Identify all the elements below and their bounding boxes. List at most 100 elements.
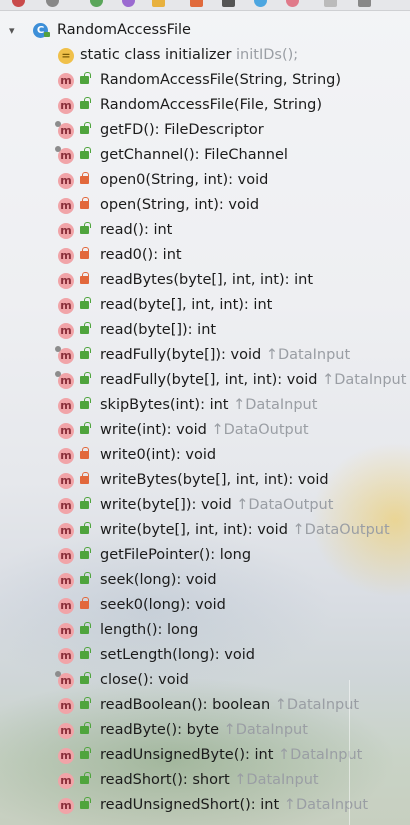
tree-node-method[interactable]: m readBytes(byte[], int, int): int bbox=[0, 268, 410, 293]
method-icon: m bbox=[58, 223, 74, 239]
public-lock-icon bbox=[80, 372, 91, 384]
tree-node-method[interactable]: m write(int): void ↑DataOutput bbox=[0, 418, 410, 443]
sort-alpha-icon[interactable] bbox=[12, 0, 25, 7]
member-signature: readBytes(byte[], int, int): int bbox=[100, 268, 313, 293]
member-signature: readShort(): short ↑DataInput bbox=[100, 768, 319, 793]
tree-node-method[interactable]: m open0(String, int): void bbox=[0, 168, 410, 193]
tree-node-initializer[interactable]: = static class initializer initIDs(); bbox=[0, 43, 410, 68]
tree-node-method[interactable]: m skipBytes(int): int ↑DataInput bbox=[0, 393, 410, 418]
member-label: writeBytes(byte[], int, int): void bbox=[100, 472, 329, 488]
expand-all-icon[interactable] bbox=[324, 0, 337, 7]
member-signature: readUnsignedShort(): int ↑DataInput bbox=[100, 793, 368, 818]
method-icon: m bbox=[58, 398, 74, 414]
member-signature: skipBytes(int): int ↑DataInput bbox=[100, 393, 317, 418]
public-lock-icon bbox=[80, 97, 91, 109]
public-lock-icon bbox=[80, 622, 91, 634]
show-fields-icon-2[interactable] bbox=[286, 0, 299, 7]
method-icon: m bbox=[58, 773, 74, 789]
public-lock-icon bbox=[80, 772, 91, 784]
member-signature: readBoolean(): boolean ↑DataInput bbox=[100, 693, 359, 718]
public-lock-icon bbox=[80, 347, 91, 359]
inherited-from: ↑DataOutput bbox=[292, 522, 390, 538]
tree-node-method[interactable]: m length(): long bbox=[0, 618, 410, 643]
member-label: readFully(byte[], int, int): void bbox=[100, 372, 318, 388]
member-label: readByte(): byte bbox=[100, 722, 219, 738]
method-icon: m bbox=[58, 648, 74, 664]
member-label: close(): void bbox=[100, 672, 189, 688]
tree-node-method[interactable]: m getChannel(): FileChannel bbox=[0, 143, 410, 168]
tree-node-method[interactable]: m write0(int): void bbox=[0, 443, 410, 468]
member-signature: RandomAccessFile(File, String) bbox=[100, 93, 322, 118]
method-icon: m bbox=[58, 248, 74, 264]
tree-node-method[interactable]: m read(): int bbox=[0, 218, 410, 243]
override-marker-icon bbox=[55, 671, 61, 677]
show-properties-icon[interactable] bbox=[122, 0, 135, 7]
member-label: getChannel(): FileChannel bbox=[100, 147, 288, 163]
public-lock-icon bbox=[80, 147, 91, 159]
member-signature: open0(String, int): void bbox=[100, 168, 268, 193]
member-label: length(): long bbox=[100, 622, 199, 638]
method-icon: m bbox=[58, 448, 74, 464]
public-lock-icon bbox=[80, 697, 91, 709]
tree-node-method[interactable]: m seek(long): void bbox=[0, 568, 410, 593]
chevron-down-icon[interactable]: ▾ bbox=[9, 18, 19, 43]
show-non-public-icon[interactable] bbox=[254, 0, 267, 7]
public-lock-icon bbox=[80, 222, 91, 234]
public-lock-icon bbox=[80, 122, 91, 134]
tree-node-method[interactable]: m getFilePointer(): long bbox=[0, 543, 410, 568]
member-signature: getFilePointer(): long bbox=[100, 543, 251, 568]
initializer-call: initIDs(); bbox=[236, 47, 299, 63]
member-label: write0(int): void bbox=[100, 447, 217, 463]
class-name: RandomAccessFile bbox=[57, 22, 191, 38]
tree-node-method[interactable]: m seek0(long): void bbox=[0, 593, 410, 618]
collapse-all-icon[interactable] bbox=[358, 0, 371, 7]
inherited-from: ↑DataInput bbox=[265, 347, 351, 363]
inherited-from: ↑DataInput bbox=[234, 772, 319, 788]
tree-node-method[interactable]: m open(String, int): void bbox=[0, 193, 410, 218]
tree-node-method[interactable]: m write(byte[], int, int): void ↑DataOutp… bbox=[0, 518, 410, 543]
method-icon: m bbox=[58, 798, 74, 814]
tree-node-method[interactable]: m writeBytes(byte[], int, int): void bbox=[0, 468, 410, 493]
member-label: readUnsignedByte(): int bbox=[100, 747, 274, 763]
tree-node-method[interactable]: m write(byte[]): void ↑DataOutput bbox=[0, 493, 410, 518]
window-frame-edge bbox=[349, 680, 410, 825]
member-label: read(byte[]): int bbox=[100, 322, 217, 338]
tree-node-class[interactable]: ▾ C RandomAccessFile bbox=[0, 18, 410, 43]
tree-node-method[interactable]: m read(byte[], int, int): int bbox=[0, 293, 410, 318]
initializer-icon: = bbox=[58, 48, 74, 64]
tree-node-method[interactable]: m getFD(): FileDescriptor bbox=[0, 118, 410, 143]
tree-node-method[interactable]: m read0(): int bbox=[0, 243, 410, 268]
member-signature: length(): long bbox=[100, 618, 198, 643]
member-signature: open(String, int): void bbox=[100, 193, 259, 218]
member-label: write(int): void bbox=[100, 422, 207, 438]
member-signature: readFully(byte[]): void ↑DataInput bbox=[100, 343, 350, 368]
member-label: readBytes(byte[], int, int): int bbox=[100, 272, 314, 288]
inherited-from: ↑DataOutput bbox=[236, 497, 334, 513]
member-label: write(byte[], int, int): void bbox=[100, 522, 288, 538]
tree-node-method[interactable]: m read(byte[]): int bbox=[0, 318, 410, 343]
method-icon: m bbox=[58, 623, 74, 639]
sort-visibility-icon[interactable] bbox=[46, 0, 59, 7]
tree-node-method[interactable]: m RandomAccessFile(File, String) bbox=[0, 93, 410, 118]
member-label: RandomAccessFile(File, String) bbox=[100, 97, 323, 113]
member-signature: readByte(): byte ↑DataInput bbox=[100, 718, 308, 743]
show-lambdas-icon[interactable] bbox=[222, 0, 235, 7]
private-lock-icon bbox=[80, 272, 89, 284]
member-label: write(byte[]): void bbox=[100, 497, 232, 513]
member-signature: read(byte[], int, int): int bbox=[100, 293, 272, 318]
public-lock-icon bbox=[80, 422, 91, 434]
member-label: read(): int bbox=[100, 222, 173, 238]
method-icon: m bbox=[58, 698, 74, 714]
show-fields-icon[interactable] bbox=[90, 0, 103, 7]
private-lock-icon bbox=[80, 447, 89, 459]
tree-node-method[interactable]: m readFully(byte[]): void ↑DataInput bbox=[0, 343, 410, 368]
member-label: readUnsignedShort(): int bbox=[100, 797, 280, 813]
tree-node-method[interactable]: m setLength(long): void bbox=[0, 643, 410, 668]
member-label: setLength(long): void bbox=[100, 647, 255, 663]
override-marker-icon bbox=[55, 371, 61, 377]
show-anonymous-icon[interactable] bbox=[190, 0, 203, 7]
tree-node-method[interactable]: m RandomAccessFile(String, String) bbox=[0, 68, 410, 93]
show-inherited-icon[interactable] bbox=[152, 0, 165, 7]
public-lock-icon bbox=[80, 722, 91, 734]
tree-node-method[interactable]: m readFully(byte[], int, int): void ↑Data… bbox=[0, 368, 410, 393]
